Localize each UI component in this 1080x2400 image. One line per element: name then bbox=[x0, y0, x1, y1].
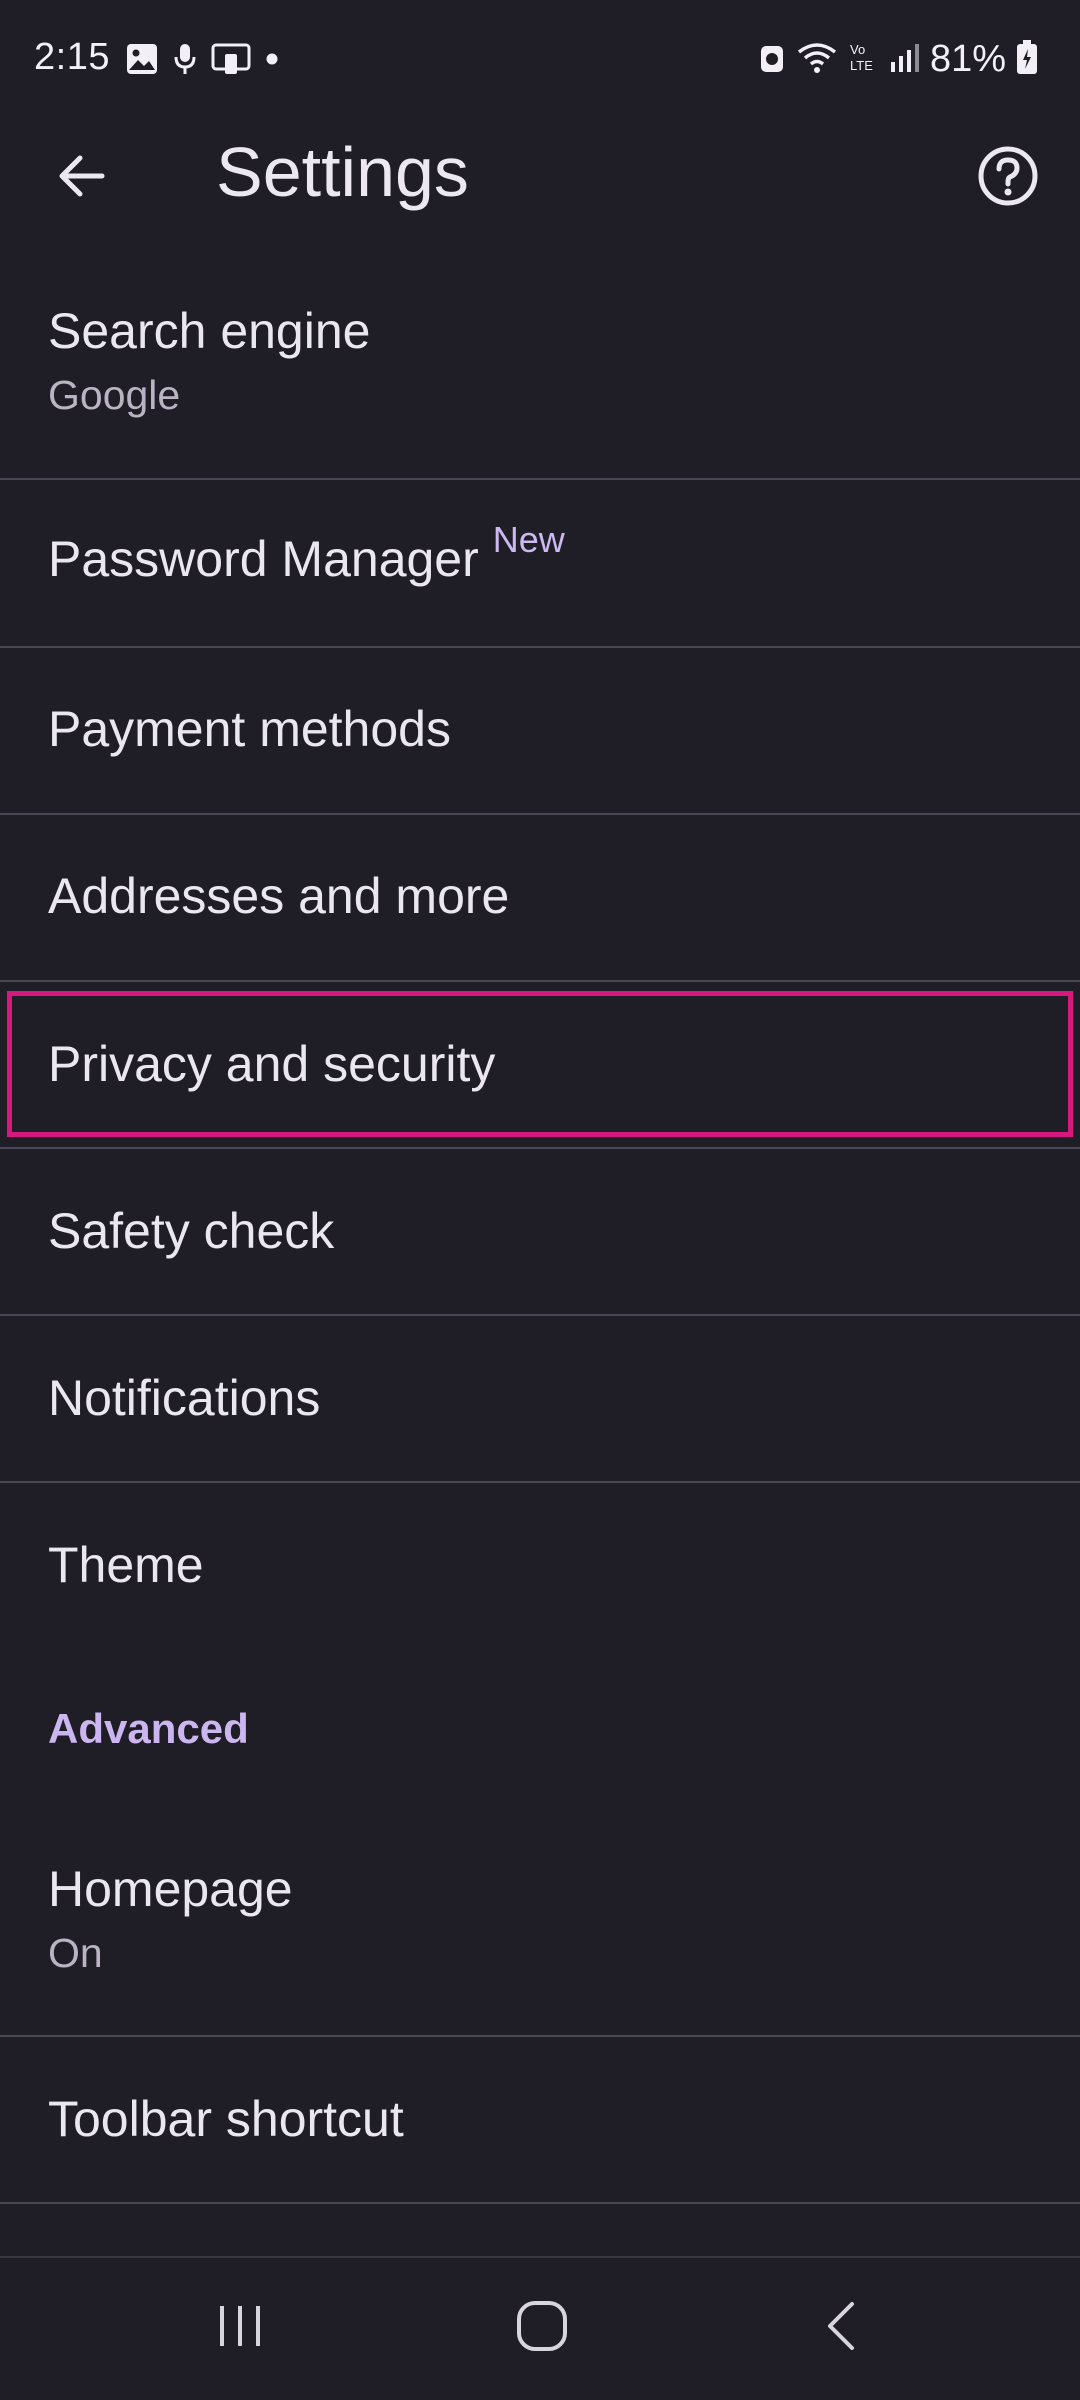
item-subtitle: Google bbox=[48, 372, 181, 418]
wifi-icon bbox=[796, 40, 838, 79]
theme-item[interactable]: Theme bbox=[0, 1536, 1080, 1594]
dot-icon bbox=[265, 52, 279, 71]
recent-apps-button[interactable] bbox=[180, 2278, 300, 2378]
volte-icon: Vo LTE bbox=[848, 40, 878, 79]
item-title: Password Manager bbox=[48, 531, 479, 587]
divider bbox=[0, 478, 1080, 480]
app-bar: Settings bbox=[0, 120, 1080, 230]
svg-text:LTE: LTE bbox=[850, 58, 873, 73]
status-icons-right: Vo LTE 81% bbox=[758, 38, 1038, 81]
home-icon bbox=[514, 2298, 570, 2359]
item-title: Payment methods bbox=[48, 701, 451, 757]
homepage-item[interactable]: Homepage On bbox=[0, 1860, 1080, 1977]
alarm-icon bbox=[758, 40, 786, 79]
cast-icon bbox=[211, 42, 251, 81]
divider bbox=[0, 813, 1080, 815]
item-title: Toolbar shortcut bbox=[48, 2091, 404, 2147]
arrow-back-icon bbox=[54, 148, 110, 209]
item-title: Safety check bbox=[48, 1203, 335, 1259]
divider bbox=[0, 646, 1080, 648]
divider bbox=[0, 2035, 1080, 2037]
home-button[interactable] bbox=[482, 2278, 602, 2378]
status-icons-left bbox=[125, 42, 279, 81]
item-title: Search engine bbox=[48, 303, 371, 359]
divider bbox=[0, 1147, 1080, 1149]
status-time: 2:15 bbox=[34, 36, 110, 78]
recent-apps-icon bbox=[212, 2298, 268, 2359]
item-subtitle: On bbox=[48, 1930, 103, 1976]
help-icon bbox=[976, 144, 1040, 213]
battery-icon bbox=[1016, 39, 1038, 80]
search-engine-item[interactable]: Search engine Google bbox=[0, 302, 1080, 419]
back-button[interactable] bbox=[40, 136, 124, 220]
divider bbox=[0, 1481, 1080, 1483]
item-title: Homepage bbox=[48, 1861, 293, 1917]
chevron-left-icon bbox=[816, 2298, 872, 2359]
addresses-item[interactable]: Addresses and more bbox=[0, 867, 1080, 925]
divider bbox=[0, 1314, 1080, 1316]
toolbar-shortcut-item[interactable]: Toolbar shortcut bbox=[0, 2090, 1080, 2148]
password-manager-item[interactable]: Password Manager New bbox=[0, 519, 1080, 588]
item-title: Notifications bbox=[48, 1370, 321, 1426]
divider bbox=[0, 2202, 1080, 2204]
new-badge: New bbox=[492, 519, 565, 560]
safety-check-item[interactable]: Safety check bbox=[0, 1202, 1080, 1260]
svg-text:Vo: Vo bbox=[850, 42, 865, 57]
payment-methods-item[interactable]: Payment methods bbox=[0, 700, 1080, 758]
divider bbox=[0, 980, 1080, 982]
item-title: Addresses and more bbox=[48, 868, 510, 924]
page-title: Settings bbox=[216, 133, 469, 211]
help-button[interactable] bbox=[966, 136, 1050, 220]
item-title: Privacy and security bbox=[48, 1036, 496, 1092]
mic-icon bbox=[173, 42, 197, 81]
image-icon bbox=[125, 42, 159, 81]
status-bar: 2:15 Vo LTE 81% bbox=[0, 0, 1080, 120]
signal-icon bbox=[888, 40, 920, 79]
privacy-security-item[interactable]: Privacy and security bbox=[0, 1035, 1080, 1093]
item-title: Theme bbox=[48, 1537, 204, 1593]
nav-back-button[interactable] bbox=[784, 2278, 904, 2378]
advanced-section-header: Advanced bbox=[48, 1705, 249, 1752]
navigation-bar bbox=[0, 2256, 1080, 2400]
battery-percent: 81% bbox=[929, 38, 1006, 80]
notifications-item[interactable]: Notifications bbox=[0, 1369, 1080, 1427]
